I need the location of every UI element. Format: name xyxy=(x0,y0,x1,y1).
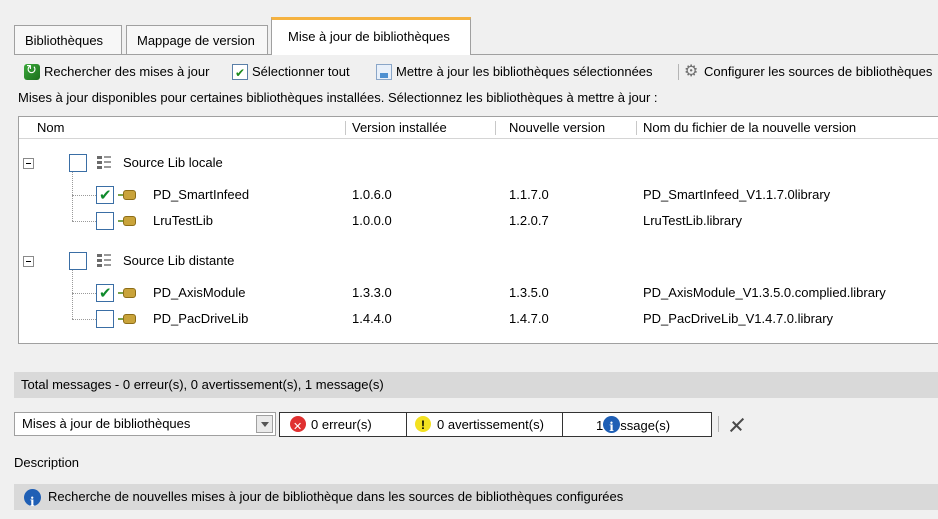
table-row[interactable]: PD_PacDriveLib 1.4.4.0 1.4.7.0 PD_PacDri… xyxy=(19,305,938,333)
description-header: Description xyxy=(14,455,80,470)
library-update-grid: Nom Version installée Nouvelle version N… xyxy=(18,116,938,344)
configure-sources-label: Configurer les sources de bibliothèques xyxy=(704,64,933,79)
row-checkbox[interactable] xyxy=(96,284,114,302)
column-header-version-installee[interactable]: Version installée xyxy=(352,117,447,139)
warning-icon xyxy=(415,414,431,437)
errors-filter-button[interactable]: 0 erreur(s) xyxy=(279,412,407,438)
tab-label: Mise à jour de bibliothèques xyxy=(288,29,450,44)
toolbar: Rechercher des mises à jour Sélectionner… xyxy=(0,56,938,86)
row-checkbox[interactable] xyxy=(96,310,114,328)
description-row[interactable]: Recherche de nouvelles mises à jour de b… xyxy=(14,484,938,515)
refresh-icon xyxy=(24,61,40,81)
gear-icon xyxy=(684,61,700,81)
column-divider[interactable] xyxy=(636,121,637,135)
column-header-nom-fichier[interactable]: Nom du fichier de la nouvelle version xyxy=(643,117,856,139)
tree-group-row[interactable]: Source Lib distante xyxy=(19,247,938,275)
info-count-label: ssage(s) xyxy=(620,418,671,433)
library-source-icon xyxy=(97,155,115,171)
search-updates-label: Rechercher des mises à jour xyxy=(44,64,210,79)
new-file-name: LruTestLib.library xyxy=(643,213,742,228)
tab-mappage-de-version[interactable]: Mappage de version xyxy=(126,25,268,54)
group-name: Source Lib distante xyxy=(123,253,235,268)
table-row[interactable]: LruTestLib 1.0.0.0 1.2.0.7 LruTestLib.li… xyxy=(19,207,938,235)
installed-version: 1.0.0.0 xyxy=(352,213,392,228)
tab-label: Mappage de version xyxy=(137,33,255,48)
new-version: 1.2.0.7 xyxy=(509,213,549,228)
clear-messages-icon[interactable] xyxy=(726,414,748,436)
library-icon xyxy=(118,216,136,226)
installed-version: 1.0.6.0 xyxy=(352,187,392,202)
search-updates-button[interactable]: Rechercher des mises à jour xyxy=(24,61,210,82)
info-count: 1 xyxy=(596,418,604,433)
grid-header: Nom Version installée Nouvelle version N… xyxy=(19,117,938,139)
tab-mise-a-jour-de-bibliotheques[interactable]: Mise à jour de bibliothèques xyxy=(271,17,471,55)
tab-label: Bibliothèques xyxy=(25,33,104,48)
new-file-name: PD_AxisModule_V1.3.5.0.complied.library xyxy=(643,285,886,300)
checkbox-icon xyxy=(232,63,248,83)
table-row[interactable]: PD_SmartInfeed 1.0.6.0 1.1.7.0 PD_SmartI… xyxy=(19,181,938,209)
toolbar-separator xyxy=(718,416,719,432)
info-text: Mises à jour disponibles pour certaines … xyxy=(18,90,658,105)
warnings-filter-button[interactable]: 0 avertissement(s) xyxy=(406,412,563,437)
row-checkbox[interactable] xyxy=(96,212,114,230)
update-document-icon xyxy=(376,64,392,80)
select-all-button[interactable]: Sélectionner tout xyxy=(232,62,350,83)
column-header-nouvelle-version[interactable]: Nouvelle version xyxy=(509,117,605,139)
errors-count-label: 0 erreur(s) xyxy=(311,417,372,432)
table-row[interactable]: PD_AxisModule 1.3.3.0 1.3.5.0 PD_AxisMod… xyxy=(19,279,938,307)
new-version: 1.1.7.0 xyxy=(509,187,549,202)
tab-strip: Bibliothèques Mappage de version Mise à … xyxy=(0,0,938,55)
tree-group-row[interactable]: Source Lib locale xyxy=(19,149,938,177)
group-checkbox[interactable] xyxy=(69,252,87,270)
description-text: Recherche de nouvelles mises à jour de b… xyxy=(48,489,624,504)
library-icon xyxy=(118,190,136,200)
library-name: PD_PacDriveLib xyxy=(153,311,249,326)
update-selected-label: Mettre à jour les bibliothèques sélectio… xyxy=(396,64,653,79)
library-name: PD_SmartInfeed xyxy=(153,187,250,202)
column-divider[interactable] xyxy=(345,121,346,135)
configure-sources-button[interactable]: Configurer les sources de bibliothèques xyxy=(684,61,933,82)
column-divider[interactable] xyxy=(495,121,496,135)
select-all-label: Sélectionner tout xyxy=(252,64,350,79)
messages-total: Total messages - 0 erreur(s), 0 avertiss… xyxy=(14,372,938,398)
tab-bibliotheques[interactable]: Bibliothèques xyxy=(14,25,122,54)
installed-version: 1.3.3.0 xyxy=(352,285,392,300)
error-icon xyxy=(290,415,306,438)
library-name: PD_AxisModule xyxy=(153,285,246,300)
warnings-count-label: 0 avertissement(s) xyxy=(437,417,544,432)
messages-filter-button[interactable]: 1 ssage(s) xyxy=(562,412,712,439)
tab-divider xyxy=(14,54,938,55)
row-checkbox[interactable] xyxy=(96,186,114,204)
collapse-icon[interactable] xyxy=(23,256,34,267)
message-category-value: Mises à jour de bibliothèques xyxy=(22,416,191,431)
messages-toolbar: Mises à jour de bibliothèques 0 erreur(s… xyxy=(14,406,938,441)
new-file-name: PD_PacDriveLib_V1.4.7.0.library xyxy=(643,311,834,326)
installed-version: 1.4.4.0 xyxy=(352,311,392,326)
library-source-icon xyxy=(97,253,115,269)
new-file-name: PD_SmartInfeed_V1.1.7.0library xyxy=(643,187,831,202)
info-icon xyxy=(24,489,41,515)
column-header-nom[interactable]: Nom xyxy=(37,117,64,139)
group-checkbox[interactable] xyxy=(69,154,87,172)
info-icon xyxy=(603,416,621,439)
library-icon xyxy=(118,288,136,298)
collapse-icon[interactable] xyxy=(23,158,34,169)
toolbar-separator xyxy=(678,64,679,80)
library-name: LruTestLib xyxy=(153,213,213,228)
new-version: 1.4.7.0 xyxy=(509,311,549,326)
library-icon xyxy=(118,314,136,324)
message-category-select[interactable]: Mises à jour de bibliothèques xyxy=(14,412,276,436)
update-selected-button[interactable]: Mettre à jour les bibliothèques sélectio… xyxy=(376,62,653,82)
group-name: Source Lib locale xyxy=(123,155,223,170)
chevron-down-icon[interactable] xyxy=(256,415,273,433)
new-version: 1.3.5.0 xyxy=(509,285,549,300)
